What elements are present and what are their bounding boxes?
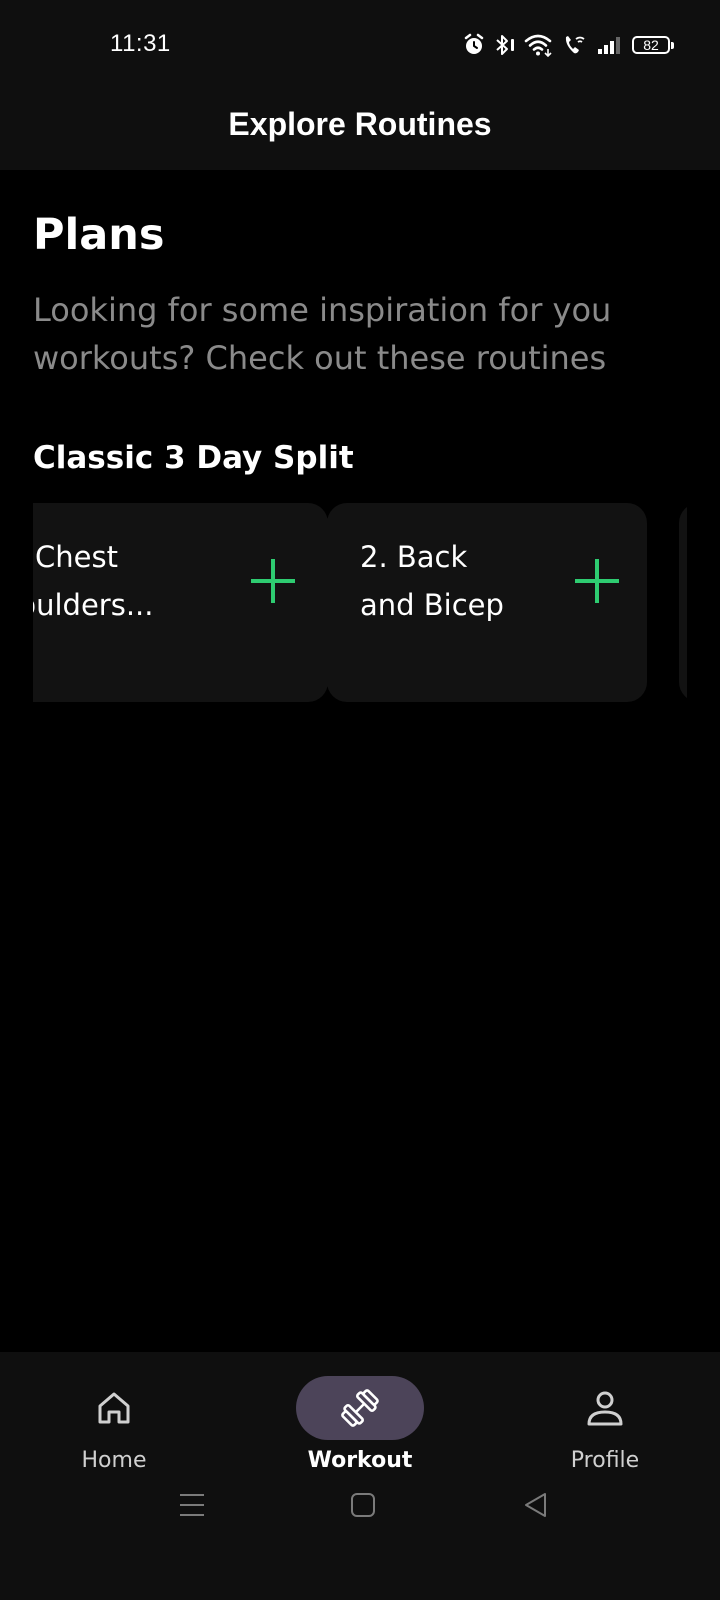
nav-icon-container — [296, 1376, 424, 1440]
add-routine-button[interactable] — [571, 555, 623, 607]
nav-icon-container — [50, 1376, 178, 1440]
page-title: Explore Routines — [228, 105, 492, 142]
screen: 11:31 82 Explore Routines Plans Looking … — [0, 0, 720, 1600]
bluetooth-icon — [494, 33, 516, 57]
add-routine-button[interactable] — [247, 555, 299, 607]
alarm-icon — [462, 33, 486, 57]
routine-group-title: Classic 3 Day Split — [33, 440, 354, 476]
system-home-button[interactable] — [343, 1485, 383, 1525]
system-navigation — [0, 1440, 720, 1550]
wifi-calling-icon — [562, 33, 588, 57]
back-triangle-icon — [525, 1493, 546, 1517]
plans-description: Looking for some inspiration for you wor… — [33, 291, 612, 377]
routine-card-partial[interactable] — [679, 503, 687, 702]
app-bar: Explore Routines — [0, 88, 720, 170]
system-back-button[interactable] — [516, 1485, 556, 1525]
routine-card[interactable]: 2. Back and Bicep — [327, 503, 647, 702]
routine-card-line: and Bicep — [360, 588, 504, 622]
routine-card-title: 2. Back and Bicep — [360, 533, 504, 629]
wifi-icon — [524, 33, 554, 57]
nav-icon-container — [541, 1376, 669, 1440]
home-icon — [98, 1392, 130, 1424]
recent-apps-button[interactable] — [172, 1485, 212, 1525]
home-square-icon — [351, 1493, 375, 1517]
status-icons: 82 — [462, 30, 674, 60]
plus-icon — [251, 559, 295, 603]
routine-card-line: 2. Back — [360, 540, 468, 574]
person-icon — [587, 1391, 623, 1426]
status-bar: 11:31 82 — [0, 0, 720, 88]
routine-card-title: Chest houlders... — [33, 533, 154, 629]
plans-heading: Plans — [33, 210, 165, 260]
menu-icon — [180, 1494, 204, 1516]
routine-card-line: houlders... — [33, 588, 154, 622]
plus-icon — [575, 559, 619, 603]
routine-card[interactable]: Chest houlders... — [33, 503, 328, 702]
battery-icon: 82 — [632, 36, 674, 54]
routine-carousel[interactable]: Chest houlders... 2. Back and Bicep — [33, 503, 687, 703]
status-time: 11:31 — [110, 30, 171, 57]
dumbbell-icon — [341, 1389, 379, 1427]
signal-icon — [596, 33, 624, 57]
routine-card-line: Chest — [35, 540, 118, 574]
